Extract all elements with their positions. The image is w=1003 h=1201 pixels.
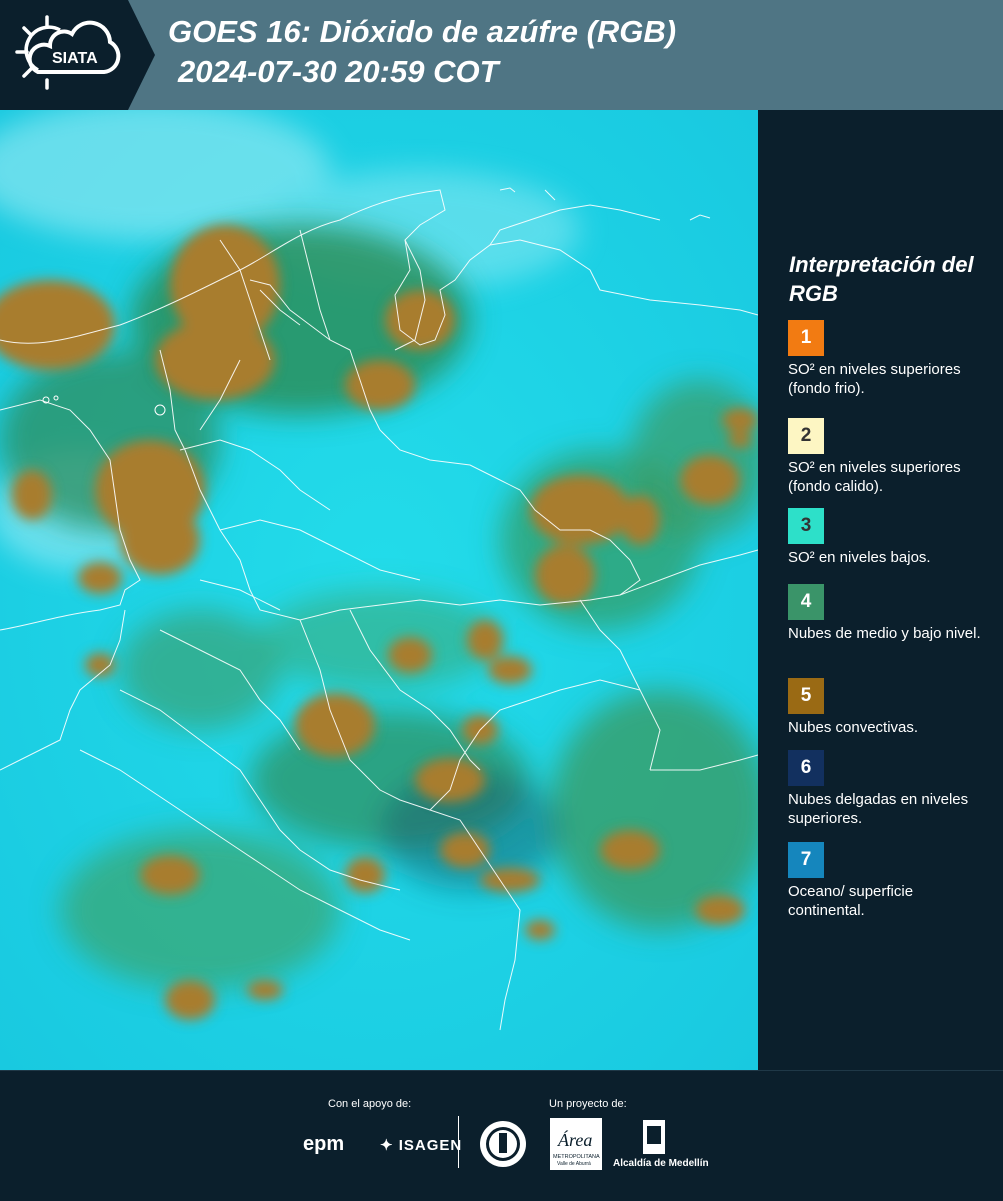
legend-label: SO² en niveles bajos. [788, 549, 931, 566]
legend-swatch-3: 3 [788, 508, 824, 544]
footer-divider [458, 1116, 459, 1168]
legend-panel: Interpretación del RGB 1 SO² en niveles … [758, 110, 1003, 1070]
alcaldia-shield-icon [643, 1120, 665, 1154]
legend-title: Interpretación del RGB [789, 252, 974, 306]
svg-text:SIATA: SIATA [52, 50, 98, 67]
satellite-map[interactable] [0, 110, 758, 1070]
legend-swatch-1: 1 [788, 320, 824, 356]
legend-item: 6 Nubes delgadas en niveles superiores. [788, 750, 993, 828]
epm-logo: epm [303, 1133, 345, 1155]
legend-item: 2 SO² en niveles superiores (fondo calid… [788, 418, 993, 496]
university-seal-icon [480, 1121, 526, 1167]
legend-label: SO² en niveles superiores (fondo calido)… [788, 459, 961, 495]
legend-swatch-7: 7 [788, 842, 824, 878]
map-timestamp: 2024-07-30 20:59 COT [178, 54, 499, 89]
header: SIATA GOES 16: Dióxido de azúfre (RGB) 2… [0, 0, 1003, 110]
map-title: GOES 16: Dióxido de azúfre (RGB) [168, 14, 677, 49]
legend-label: SO² en niveles superiores (fondo frio). [788, 361, 961, 397]
support-label: Con el apoyo de: [328, 1098, 412, 1110]
svg-text:Valle de Aburrá: Valle de Aburrá [557, 1161, 591, 1167]
svg-text:METROPOLITANA: METROPOLITANA [553, 1154, 600, 1160]
alcaldia-label: Alcaldía de Medellín [613, 1158, 709, 1169]
legend-label: Nubes de medio y bajo nivel. [788, 625, 981, 642]
isagen-mark-icon: ✦ [380, 1137, 394, 1154]
isagen-logo: ✦ ISAGEN [380, 1136, 462, 1154]
legend-swatch-5: 5 [788, 678, 824, 714]
legend-label: Oceano/ superficie continental. [788, 883, 914, 919]
legend-item: 5 Nubes convectivas. [788, 678, 993, 737]
legend-item: 7 Oceano/ superficie continental. [788, 842, 993, 920]
legend-label: Nubes convectivas. [788, 719, 919, 736]
legend-swatch-2: 2 [788, 418, 824, 454]
legend-item: 3 SO² en niveles bajos. [788, 508, 993, 567]
project-label: Un proyecto de: [549, 1098, 627, 1110]
legend-label: Nubes delgadas en niveles superiores. [788, 791, 969, 827]
legend-item: 4 Nubes de medio y bajo nivel. [788, 584, 993, 643]
isagen-label: ISAGEN [398, 1137, 463, 1154]
legend-swatch-6: 6 [788, 750, 824, 786]
footer: Con el apoyo de: Un proyecto de: epm ✦ I… [0, 1070, 1003, 1201]
svg-text:Área: Área [557, 1129, 592, 1150]
siata-logo: SIATA [0, 0, 155, 110]
area-metropolitana-logo: Área METROPOLITANA Valle de Aburrá [550, 1118, 602, 1170]
legend-swatch-4: 4 [788, 584, 824, 620]
legend-item: 1 SO² en niveles superiores (fondo frio)… [788, 320, 993, 398]
